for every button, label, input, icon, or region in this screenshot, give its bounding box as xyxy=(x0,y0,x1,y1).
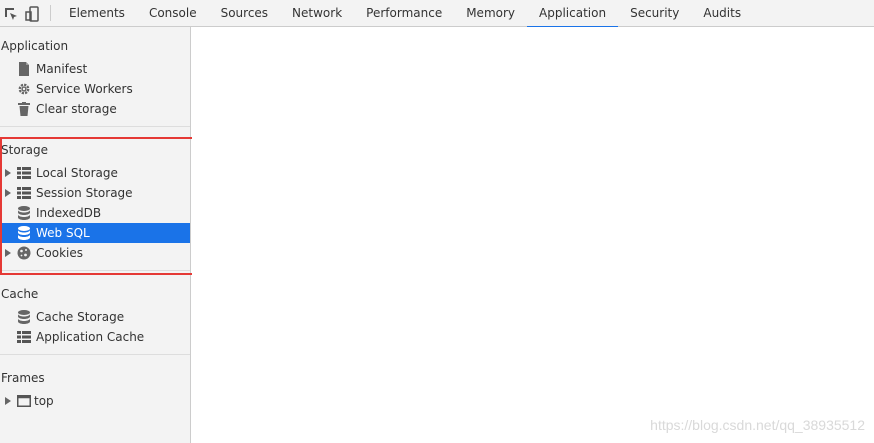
watermark-text: https://blog.csdn.net/qq_38935512 xyxy=(650,417,865,433)
expand-arrow-icon[interactable] xyxy=(3,183,13,203)
cookie-icon xyxy=(16,245,32,261)
sidebar-item-indexeddb[interactable]: IndexedDB xyxy=(0,203,190,223)
sidebar-item-cookies[interactable]: Cookies xyxy=(0,243,190,263)
sidebar-item-session-storage[interactable]: Session Storage xyxy=(0,183,190,203)
sidebar-item-label: Web SQL xyxy=(36,226,90,240)
document-icon xyxy=(16,61,32,77)
sidebar-item-label: IndexedDB xyxy=(36,206,102,220)
tab-application[interactable]: Application xyxy=(527,0,619,28)
tab-network[interactable]: Network xyxy=(280,0,354,27)
tab-audits[interactable]: Audits xyxy=(691,0,753,27)
expand-arrow-icon[interactable] xyxy=(3,163,13,183)
database-icon xyxy=(16,225,32,241)
tab-security[interactable]: Security xyxy=(618,0,691,27)
sidebar-item-local-storage[interactable]: Local Storage xyxy=(0,163,190,183)
sidebar-item-label: Session Storage xyxy=(36,186,133,200)
section-title-application: Application xyxy=(1,39,69,53)
panel-tabs: Elements Console Sources Network Perform… xyxy=(57,0,753,28)
section-storage: Storage Local Storage Session Storage In… xyxy=(0,127,190,271)
grid-icon xyxy=(16,185,32,201)
sidebar-item-label: Clear storage xyxy=(36,102,117,116)
database-icon xyxy=(16,309,32,325)
sidebar-item-label: Application Cache xyxy=(36,330,145,344)
device-toggle-icon[interactable] xyxy=(22,0,44,27)
trash-icon xyxy=(16,101,32,117)
sidebar-item-label: Cookies xyxy=(36,246,83,260)
tab-console[interactable]: Console xyxy=(137,0,209,27)
sidebar-item-manifest[interactable]: Manifest xyxy=(0,59,190,79)
tab-memory[interactable]: Memory xyxy=(454,0,527,27)
tab-performance[interactable]: Performance xyxy=(354,0,454,27)
section-application: Application Manifest Service Workers Cle… xyxy=(0,33,190,127)
gear-icon xyxy=(16,81,32,97)
tab-sources[interactable]: Sources xyxy=(209,0,280,27)
section-cache: Cache Cache Storage Application Cache xyxy=(0,271,190,355)
expand-arrow-icon[interactable] xyxy=(3,391,13,411)
database-icon xyxy=(16,205,32,221)
section-frames: Frames top xyxy=(0,355,190,418)
section-title-frames: Frames xyxy=(1,371,45,385)
inspect-cursor-icon[interactable] xyxy=(0,0,22,27)
sidebar-item-label: Manifest xyxy=(36,62,88,76)
sidebar-item-clear-storage[interactable]: Clear storage xyxy=(0,99,190,119)
sidebar-item-label: Service Workers xyxy=(36,82,133,96)
sidebar-item-label: top xyxy=(34,394,54,408)
section-title-storage: Storage xyxy=(1,143,48,157)
section-title-cache: Cache xyxy=(1,287,39,301)
sidebar-item-service-workers[interactable]: Service Workers xyxy=(0,79,190,99)
main-content-panel xyxy=(192,27,874,443)
application-sidebar: Application Manifest Service Workers Cle… xyxy=(0,27,191,443)
tab-elements[interactable]: Elements xyxy=(57,0,137,27)
frame-icon xyxy=(16,393,32,409)
sidebar-item-cache-storage[interactable]: Cache Storage xyxy=(0,307,190,327)
toolbar-separator xyxy=(50,5,51,21)
sidebar-item-web-sql[interactable]: Web SQL xyxy=(0,223,190,243)
devtools-toolbar: Elements Console Sources Network Perform… xyxy=(0,0,874,28)
sidebar-item-frame-top[interactable]: top xyxy=(0,391,190,411)
grid-icon xyxy=(16,329,32,345)
expand-arrow-icon[interactable] xyxy=(3,243,13,263)
sidebar-item-application-cache[interactable]: Application Cache xyxy=(0,327,190,347)
sidebar-item-label: Cache Storage xyxy=(36,310,125,324)
grid-icon xyxy=(16,165,32,181)
sidebar-item-label: Local Storage xyxy=(36,166,118,180)
